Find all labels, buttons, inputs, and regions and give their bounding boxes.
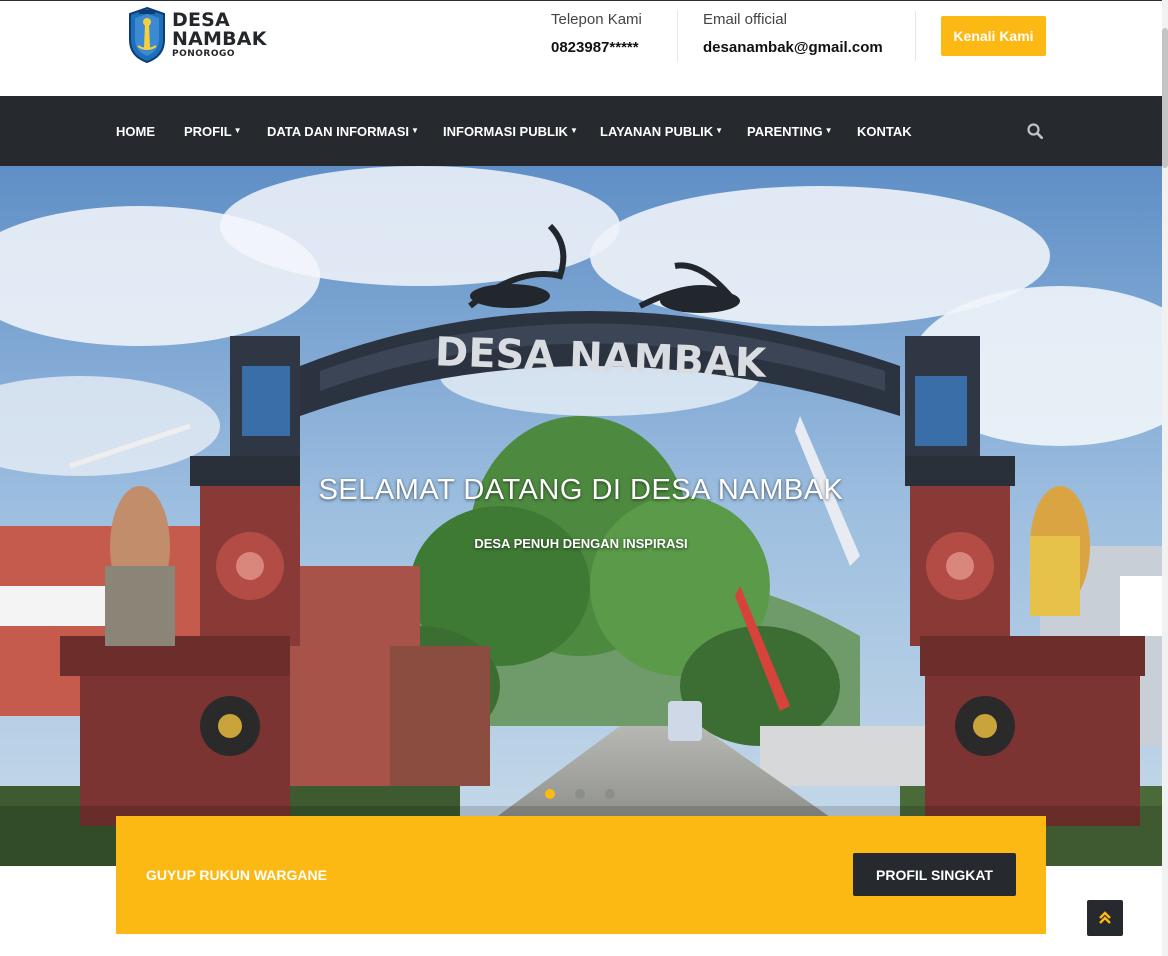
phone-label: Telepon Kami bbox=[551, 11, 642, 28]
tagline-banner: GUYUP RUKUN WARGANE PROFIL SINGKAT bbox=[116, 816, 1046, 934]
top-header: DESA NAMBAK PONOROGO Telepon Kami 082398… bbox=[0, 0, 1168, 96]
phone-contact: Telepon Kami 0823987***** bbox=[551, 11, 642, 56]
email-contact: Email official desanambak@gmail.com bbox=[703, 11, 883, 56]
chevron-down-icon: ▼ bbox=[411, 125, 419, 135]
hero-subtitle: DESA PENUH DENGAN INSPIRASI bbox=[474, 536, 688, 551]
divider bbox=[915, 11, 916, 61]
hero-slider: DESA NAMBAK SELAMAT DATANG DI DESA NAMBA… bbox=[0, 166, 1162, 866]
nav-item-layanan-publik[interactable]: LAYANAN PUBLIK ▼ bbox=[600, 96, 723, 166]
main-nav: HOME PROFIL ▼ DATA DAN INFORMASI ▼ INFORMA… bbox=[0, 96, 1162, 166]
slider-dot[interactable] bbox=[605, 789, 615, 799]
chevron-down-icon: ▼ bbox=[233, 125, 242, 135]
kenali-kami-button[interactable]: Kenali Kami bbox=[941, 16, 1046, 56]
scrollbar-thumb[interactable] bbox=[1162, 28, 1168, 168]
nav-item-parenting[interactable]: PARENTING ▼ bbox=[747, 96, 833, 166]
nav-item-label: PROFIL bbox=[184, 123, 232, 139]
nav-item-kontak[interactable]: KONTAK bbox=[857, 96, 912, 166]
search-icon[interactable] bbox=[1027, 123, 1043, 139]
page: DESA NAMBAK PONOROGO Telepon Kami 082398… bbox=[0, 0, 1168, 956]
logo-line-2: NAMBAK bbox=[172, 28, 267, 50]
nav-item-profil[interactable]: PROFIL ▼ bbox=[184, 96, 242, 166]
scroll-to-top-button[interactable] bbox=[1087, 900, 1123, 936]
nav-item-label: KONTAK bbox=[857, 123, 912, 139]
logo-text: DESA NAMBAK PONOROGO bbox=[172, 11, 267, 59]
hero-title: SELAMAT DATANG DI DESA NAMBAK bbox=[318, 474, 844, 506]
nav-item-label: HOME bbox=[116, 123, 155, 139]
banner-text: GUYUP RUKUN WARGANE bbox=[146, 867, 327, 883]
logo-line-3: PONOROGO bbox=[172, 49, 236, 59]
email-label: Email official bbox=[703, 11, 787, 28]
nav-item-label: DATA DAN INFORMASI bbox=[267, 123, 410, 139]
nav-item-data-dan-informasi[interactable]: DATA DAN INFORMASI ▼ bbox=[267, 96, 419, 166]
nav-item-label: PARENTING bbox=[747, 123, 823, 139]
page-scrollbar[interactable] bbox=[1162, 0, 1168, 956]
site-logo[interactable]: DESA NAMBAK PONOROGO bbox=[126, 5, 267, 65]
nav-item-label: LAYANAN PUBLIK bbox=[600, 123, 714, 139]
slider-dot[interactable] bbox=[575, 789, 585, 799]
chevron-down-icon: ▼ bbox=[824, 125, 833, 135]
emblem-icon bbox=[129, 6, 165, 64]
email-value[interactable]: desanambak@gmail.com bbox=[703, 39, 883, 56]
slider-dot[interactable] bbox=[545, 789, 555, 799]
double-chevron-up-icon bbox=[1099, 911, 1111, 924]
nav-item-informasi-publik[interactable]: INFORMASI PUBLIK ▼ bbox=[443, 96, 578, 166]
slider-dots bbox=[545, 789, 615, 799]
divider bbox=[677, 11, 678, 61]
hero-image: DESA NAMBAK bbox=[0, 166, 1162, 866]
chevron-down-icon: ▼ bbox=[569, 125, 578, 135]
chevron-down-icon: ▼ bbox=[715, 125, 724, 135]
nav-item-home[interactable]: HOME bbox=[116, 96, 155, 166]
nav-item-label: INFORMASI PUBLIK bbox=[443, 123, 568, 139]
phone-value[interactable]: 0823987***** bbox=[551, 39, 642, 56]
profil-singkat-button[interactable]: PROFIL SINGKAT bbox=[853, 853, 1016, 896]
